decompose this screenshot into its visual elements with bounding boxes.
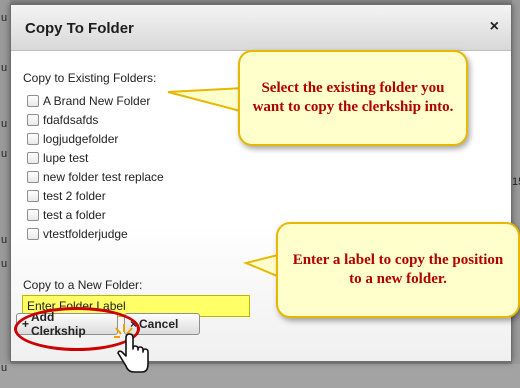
close-icon[interactable]: × [490, 18, 499, 36]
dialog-titlebar[interactable]: Copy To Folder × [11, 5, 511, 51]
background-text: u [1, 12, 8, 24]
folder-item[interactable]: fdafdsafds [27, 110, 164, 129]
folder-checkbox[interactable] [27, 132, 39, 145]
background-text: u [1, 362, 8, 374]
folder-checkbox[interactable] [27, 189, 39, 202]
folder-item[interactable]: logjudgefolder [27, 129, 164, 148]
folder-label: test 2 folder [43, 188, 106, 203]
callout-new-folder: Enter a label to copy the position to a … [276, 222, 520, 318]
folder-item[interactable]: test 2 folder [27, 186, 164, 205]
folder-checkbox[interactable] [27, 208, 39, 221]
folder-checkbox[interactable] [27, 170, 39, 183]
folder-item[interactable]: A Brand New Folder [27, 91, 164, 110]
folder-label: new folder test replace [43, 169, 164, 184]
background-page-right [512, 0, 520, 388]
folder-list: A Brand New Folder fdafdsafds logjudgefo… [27, 91, 164, 243]
folder-checkbox[interactable] [27, 94, 39, 107]
folder-label: A Brand New Folder [43, 93, 151, 108]
background-page-left [0, 0, 10, 388]
background-text: 15 [512, 176, 520, 188]
new-folder-label: Copy to a New Folder: [23, 278, 143, 292]
folder-label: vtestfolderjudge [43, 226, 128, 241]
background-text: u [1, 148, 8, 160]
background-text: u [1, 234, 8, 246]
hand-cursor-icon [114, 324, 149, 373]
folder-item[interactable]: new folder test replace [27, 167, 164, 186]
folder-checkbox[interactable] [27, 227, 39, 240]
background-page-bottom [0, 364, 520, 388]
folder-label: test a folder [43, 207, 106, 222]
folder-item[interactable]: vtestfolderjudge [27, 224, 164, 243]
folder-label: logjudgefolder [43, 131, 119, 146]
folder-label: fdafdsafds [43, 112, 99, 127]
folder-checkbox[interactable] [27, 151, 39, 164]
background-text: u [1, 62, 8, 74]
existing-folders-label: Copy to Existing Folders: [23, 71, 157, 85]
folder-item[interactable]: test a folder [27, 205, 164, 224]
folder-item[interactable]: lupe test [27, 148, 164, 167]
background-text: u [1, 118, 8, 130]
background-text: u [1, 258, 8, 270]
folder-checkbox[interactable] [27, 113, 39, 126]
folder-label: lupe test [43, 150, 89, 165]
callout-existing-folders: Select the existing folder you want to c… [238, 50, 468, 146]
dialog-title: Copy To Folder [25, 20, 134, 37]
